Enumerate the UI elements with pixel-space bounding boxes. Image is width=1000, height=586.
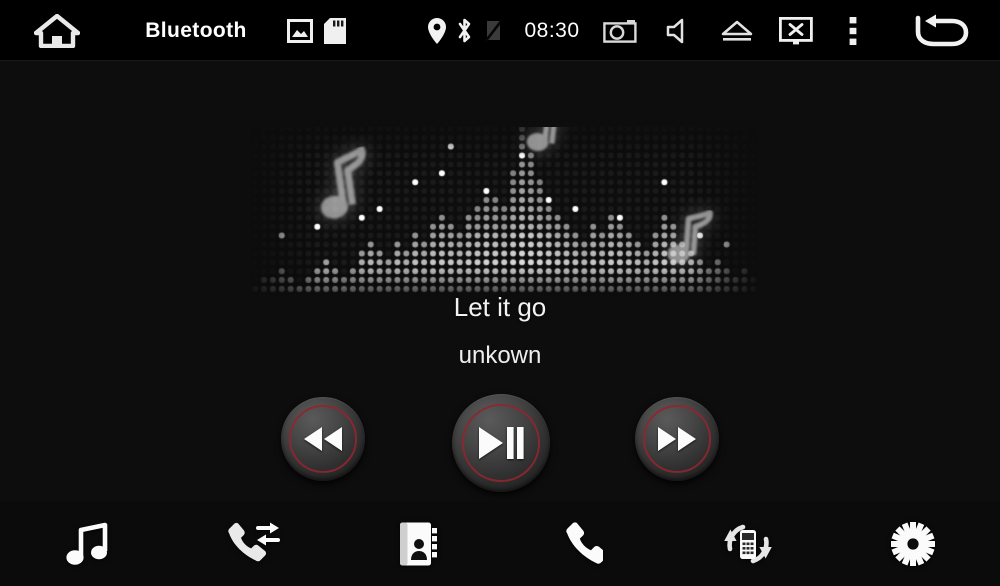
phone-icon (563, 521, 603, 566)
bluetooth-icon[interactable] (452, 0, 476, 61)
eject-icon[interactable] (716, 0, 758, 61)
track-title: Let it go (453, 292, 547, 322)
camera-icon[interactable] (600, 0, 640, 61)
nav-sync[interactable] (688, 501, 808, 586)
no-signal-icon (480, 0, 508, 61)
status-title: Bluetooth (128, 0, 264, 61)
nav-dial[interactable] (523, 501, 643, 586)
fast-forward-icon (656, 425, 698, 453)
status-bar: Bluetooth 08:30 (0, 0, 1000, 61)
music-note-icon (65, 521, 111, 567)
home-icon[interactable] (30, 0, 84, 61)
overflow-menu-icon[interactable] (838, 0, 868, 61)
visualizer-dot-matrix (251, 127, 757, 295)
previous-button[interactable] (281, 397, 365, 481)
player-main: Let it go unkown (0, 61, 1000, 501)
mute-icon[interactable] (660, 0, 700, 61)
phone-sync-icon (721, 519, 775, 569)
screen-off-icon[interactable] (775, 0, 817, 61)
play-pause-icon (477, 425, 525, 461)
head-unit-screen: Bluetooth 08:30 Let it go unkown (0, 0, 1000, 586)
status-title-text: Bluetooth (145, 18, 247, 42)
sd-card-icon[interactable] (320, 0, 350, 61)
nav-music[interactable] (28, 501, 148, 586)
rewind-icon (302, 425, 344, 453)
call-log-icon (224, 521, 282, 567)
clock-text: 08:30 (524, 18, 580, 42)
next-button[interactable] (635, 397, 719, 481)
contacts-book-icon (398, 521, 438, 567)
audio-visualizer (251, 127, 757, 295)
nav-settings[interactable] (853, 501, 973, 586)
clock: 08:30 (515, 0, 589, 61)
bottom-nav-bar (0, 501, 1000, 586)
nav-call-log[interactable] (193, 501, 313, 586)
nav-contacts[interactable] (358, 501, 478, 586)
location-icon[interactable] (424, 0, 450, 61)
gear-icon (891, 521, 935, 566)
back-icon[interactable] (905, 0, 977, 61)
gallery-icon[interactable] (285, 0, 315, 61)
play-pause-button[interactable] (452, 394, 550, 492)
track-artist: unkown (458, 342, 542, 369)
